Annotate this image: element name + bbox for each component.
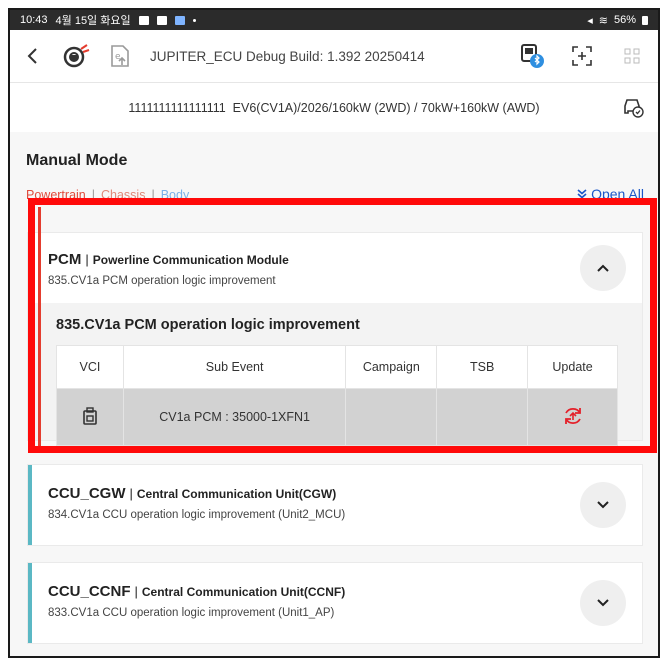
ecu-settings-icon [63, 44, 90, 68]
highlight-accent-bar [38, 207, 41, 451]
manual-mode-title: Manual Mode [26, 152, 128, 169]
ecu-settings-button[interactable] [60, 40, 92, 72]
module-card-ccu-cgw: CCU_CGW | Central Communication Unit(CGW) … [28, 465, 642, 545]
chevron-up-icon [597, 264, 609, 272]
battery-icon [642, 15, 648, 25]
grid-menu-button[interactable] [616, 40, 648, 72]
back-button[interactable] [20, 43, 46, 69]
folder-icon [156, 15, 167, 25]
module-card-ccu-ccnf: CCU_CCNF | Central Communication Unit(CCNF… [28, 563, 642, 643]
module-subtitle: 833.CV1a CCU operation logic improvement… [48, 607, 335, 619]
col-header-sub-event: Sub Event [122, 345, 347, 389]
col-header-campaign: Campaign [345, 345, 438, 389]
scan-button[interactable] [566, 40, 598, 72]
module-header: PCM | Powerline Communication Module 835.C… [48, 251, 289, 287]
app-title: JUPITER_ECU Debug Build: 1.392 20250414 [150, 48, 425, 64]
open-all-label: Open All [591, 186, 644, 202]
status-date: 4월 15일 화요일 [55, 15, 131, 27]
collapse-button[interactable] [580, 245, 626, 291]
col-header-update: Update [527, 345, 618, 389]
module-header: CCU_CGW | Central Communication Unit(CGW) … [48, 485, 345, 521]
module-detail: 835.CV1a PCM operation logic improvement… [32, 303, 642, 446]
update-button[interactable] [562, 407, 584, 430]
module-name: Central Communication Unit(CCNF) [141, 585, 346, 599]
grid-menu-icon [624, 48, 640, 64]
vci-bluetooth-icon [521, 44, 544, 68]
status-time: 10:43 [20, 14, 48, 26]
expand-button[interactable] [580, 580, 626, 626]
module-separator: | [134, 584, 138, 599]
module-name: Powerline Communication Module [92, 253, 289, 267]
col-header-tsb: TSB [436, 345, 529, 389]
ecu-update-icon: e [111, 45, 129, 67]
status-bar: 10:43 4월 15일 화요일 ◂ ≋ 56% [10, 10, 658, 30]
module-code: CCU_CCNF [48, 583, 131, 600]
filter-chassis[interactable]: Chassis [101, 188, 145, 202]
back-icon [27, 48, 37, 64]
vci-device-icon [83, 406, 97, 425]
app-window: 10:43 4월 15일 화요일 ◂ ≋ 56% e JUPITER_ECU D… [8, 8, 660, 658]
vehicle-info-bar: 1111111111111111 EV6(CV1A)/2026/160kW (2… [10, 82, 658, 134]
module-separator: | [129, 486, 133, 501]
scan-icon [572, 46, 592, 66]
ecu-update-button[interactable]: e [104, 40, 136, 72]
filter-body[interactable]: Body [161, 188, 190, 202]
card-accent [28, 563, 32, 643]
sub-event-cell: CV1a PCM : 35000-1XFN1 [122, 388, 347, 446]
module-subtitle: 835.CV1a PCM operation logic improvement [48, 275, 276, 287]
card-accent [28, 465, 32, 545]
col-header-vci: VCI [56, 345, 124, 389]
chevron-down-icon [597, 501, 609, 509]
wifi-icon: ≋ [598, 14, 608, 27]
app-bar: e JUPITER_ECU Debug Build: 1.392 2025041… [10, 30, 658, 82]
table-row[interactable]: CV1a PCM : 35000-1XFN1 [56, 388, 618, 446]
module-subtitle: 834.CV1a CCU operation logic improvement… [48, 509, 346, 521]
tsb-cell [436, 388, 529, 446]
table-header-row: VCI Sub Event Campaign TSB Update [56, 345, 618, 389]
module-header: CCU_CCNF | Central Communication Unit(CCNF… [48, 583, 345, 619]
car-check-icon [624, 99, 644, 118]
update-cell [527, 388, 618, 446]
more-notifications-icon [192, 18, 196, 22]
detail-title: 835.CV1a PCM operation logic improvement [56, 317, 360, 333]
category-filter: Powertrain | Chassis | Body [26, 188, 189, 202]
module-code: PCM [48, 251, 82, 268]
module-name: Central Communication Unit(CGW) [136, 487, 337, 501]
open-all-button[interactable]: Open All [577, 186, 644, 202]
chevron-down-icon [597, 599, 609, 607]
update-icon [564, 407, 581, 424]
filter-separator: | [151, 188, 155, 202]
module-card-pcm: PCM | Powerline Communication Module 835.C… [28, 233, 642, 446]
manual-mode-panel: Manual Mode Powertrain | Chassis | Body … [10, 132, 658, 656]
mute-icon: ◂ [587, 14, 593, 27]
module-separator: | [85, 252, 89, 267]
vehicle-status-button[interactable] [622, 96, 644, 121]
campaign-cell [345, 388, 438, 446]
mail-icon [174, 15, 185, 25]
notification-icon [138, 15, 149, 25]
expand-button[interactable] [580, 482, 626, 528]
filter-separator: | [91, 188, 95, 202]
software-table: VCI Sub Event Campaign TSB Update CV1a P… [56, 345, 618, 446]
double-chevron-down-icon [577, 189, 587, 199]
vehicle-info: 1111111111111111 EV6(CV1A)/2026/160kW (2… [128, 101, 540, 115]
module-code: CCU_CGW [48, 485, 126, 502]
battery-level: 56% [613, 14, 636, 26]
filter-powertrain[interactable]: Powertrain [26, 188, 86, 202]
vci-cell [56, 388, 124, 446]
vci-bluetooth-button[interactable] [516, 40, 548, 72]
